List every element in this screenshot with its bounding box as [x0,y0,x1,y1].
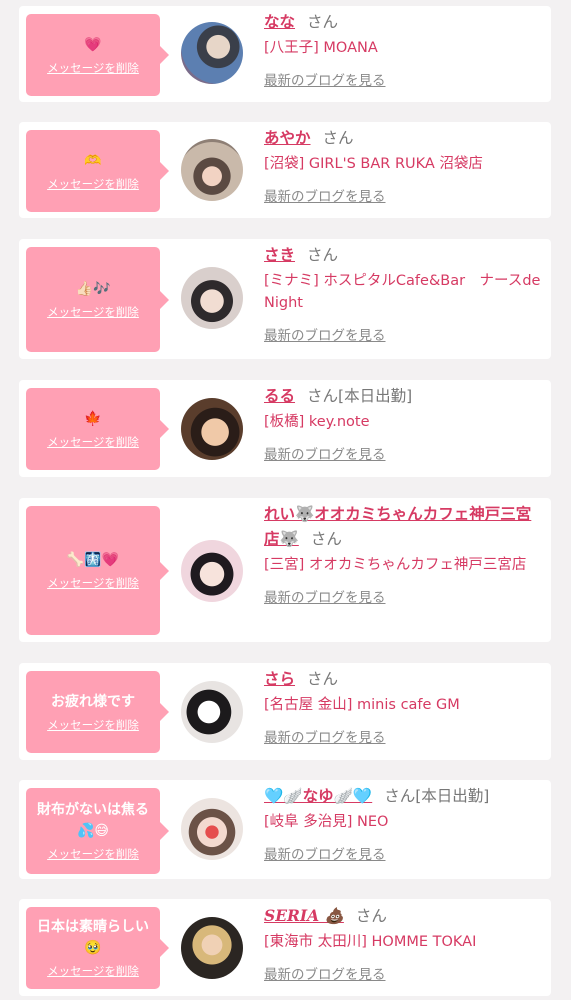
message-bubble: 👍🏻🎶 メッセージを削除 [26,247,169,352]
profile-name-link[interactable]: なな [264,13,295,31]
message-card: お疲れ様です メッセージを削除 さら さん [名古屋 金山] minis cafe… [19,663,551,760]
status-badge: [本日出勤] [415,787,490,805]
shop-name: [三宮] オオカミちゃんカフェ神戸三宮店 [264,557,527,573]
delete-message-link[interactable]: メッセージを削除 [47,963,139,979]
message-card: 🦴🩻💗 メッセージを削除 れい🐺オオカミちゃんカフェ神戸三宮店🐺 さん [三宮] … [19,498,551,642]
latest-blog-link[interactable]: 最新のブログを見る [264,843,386,863]
shop-name: [岐阜 多治見] NEO [264,814,389,830]
delete-message-link[interactable]: メッセージを削除 [47,176,139,192]
delete-message-link[interactable]: メッセージを削除 [47,846,139,862]
shop-name: [東海市 太田川] HOMME TOKAI [264,934,477,950]
message-text: お疲れ様です [51,693,135,710]
profile-name-link[interactable]: 🩵🪽なゆ🪽🩵 [264,787,372,805]
latest-blog-link[interactable]: 最新のブログを見る [264,69,386,89]
delete-message-link[interactable]: メッセージを削除 [47,434,139,450]
avatar[interactable] [181,267,243,329]
honorific: さん [307,13,339,31]
message-text: 🍁 [84,410,102,427]
avatar[interactable] [181,540,243,602]
profile-name-link[interactable]: れい🐺オオカミちゃんカフェ神戸三宮店🐺 [264,505,531,548]
shop-name: [ミナミ] ホスピタルCafe&Bar ナースde Night [264,273,541,311]
honorific: さん [322,129,354,147]
shop-name: [八王子] MOANA [264,40,378,56]
message-card: 🫶 メッセージを削除 あやか さん [沼袋] GIRL'S BAR RUKA 沼袋… [19,122,551,218]
profile-name-link[interactable]: あやか [264,129,311,147]
delete-message-link[interactable]: メッセージを削除 [47,304,139,320]
shop-name: [名古屋 金山] minis cafe GM [264,697,460,713]
latest-blog-link[interactable]: 最新のブログを見る [264,726,386,746]
message-bubble: 🫶 メッセージを削除 [26,130,169,212]
latest-blog-link[interactable]: 最新のブログを見る [264,443,386,463]
latest-blog-link[interactable]: 最新のブログを見る [264,185,386,205]
message-bubble: 🦴🩻💗 メッセージを削除 [26,506,169,635]
message-bubble: 財布がないは焦る💦😅 メッセージを削除 [26,788,169,874]
honorific: さん [355,907,387,925]
message-bubble: 💗 メッセージを削除 [26,14,169,96]
message-text: 👍🏻🎶 [75,281,111,297]
honorific: さん [307,246,339,264]
message-bubble: お疲れ様です メッセージを削除 [26,671,169,753]
delete-message-link[interactable]: メッセージを削除 [47,575,139,591]
honorific: さん [307,387,339,405]
message-text: 財布がないは焦る💦😅 [37,802,149,839]
message-card: 🍁 メッセージを削除 るる さん[本日出勤] [板橋] key.note 最新のブ… [19,380,551,477]
message-bubble: 🍁 メッセージを削除 [26,388,169,470]
message-bubble: 日本は素晴らしい🥹 メッセージを削除 [26,907,169,989]
avatar[interactable] [181,917,243,979]
message-text: 日本は素晴らしい🥹 [37,919,149,956]
status-badge: [本日出勤] [338,387,413,405]
message-card: 👍🏻🎶 メッセージを削除 さき さん [ミナミ] ホスピタルCafe&Bar ナー… [19,239,551,359]
profile-name-link[interactable]: SERIA 💩 [264,906,344,925]
avatar[interactable] [181,798,243,860]
honorific: さん [384,787,416,805]
profile-name-link[interactable]: さき [264,246,295,264]
message-card: 💗 メッセージを削除 なな さん [八王子] MOANA 最新のブログを見る [19,6,551,102]
latest-blog-link[interactable]: 最新のブログを見る [264,963,386,983]
delete-message-link[interactable]: メッセージを削除 [47,60,139,76]
avatar[interactable] [181,139,243,201]
shop-name: [沼袋] GIRL'S BAR RUKA 沼袋店 [264,156,483,172]
latest-blog-link[interactable]: 最新のブログを見る [264,324,386,344]
latest-blog-link[interactable]: 最新のブログを見る [264,586,386,606]
avatar[interactable] [181,398,243,460]
honorific: さん [307,670,339,688]
profile-name-link[interactable]: るる [264,387,295,405]
honorific: さん [310,530,342,548]
shop-name: [板橋] key.note [264,414,370,430]
avatar[interactable] [181,681,243,743]
profile-name-link[interactable]: さら [264,670,295,688]
delete-message-link[interactable]: メッセージを削除 [47,717,139,733]
message-card: 財布がないは焦る💦😅 メッセージを削除 🩵🪽なゆ🪽🩵 さん[本日出勤] [岐阜 多… [19,780,551,879]
avatar[interactable] [181,22,243,84]
message-text: 🦴🩻💗 [66,552,120,568]
message-text: 🫶 [84,152,102,169]
message-text: 💗 [84,36,102,53]
message-card: 日本は素晴らしい🥹 メッセージを削除 SERIA 💩 さん [東海市 太田川] H… [19,899,551,996]
